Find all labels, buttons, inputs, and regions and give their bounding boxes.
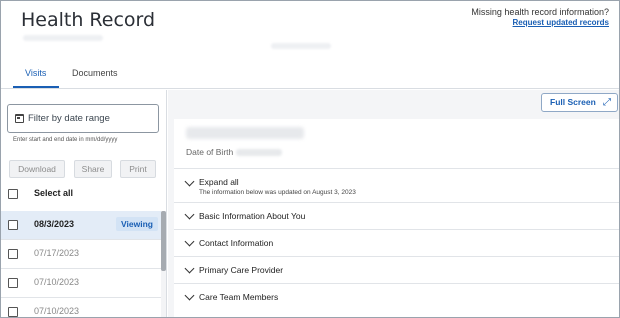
redacted-subtitle: [23, 35, 103, 41]
visit-row[interactable]: 07/17/2023: [1, 240, 161, 269]
filter-help-text: Enter start and end date in mm/dd/yyyy: [13, 137, 118, 143]
calendar-icon: [15, 114, 24, 123]
select-all-label: Select all: [34, 188, 74, 198]
section-basic-information[interactable]: Basic Information About You: [174, 202, 619, 229]
section-contact-information[interactable]: Contact Information: [174, 229, 619, 256]
section-primary-care-provider[interactable]: Primary Care Provider: [174, 256, 619, 283]
visit-checkbox[interactable]: [8, 307, 18, 317]
visit-date: 08/3/2023: [34, 219, 75, 229]
section-label: Contact Information: [199, 238, 274, 248]
chevron-down-icon: [184, 290, 195, 301]
tab-visits[interactable]: Visits: [25, 68, 46, 78]
redacted-date-of-birth: [236, 149, 282, 156]
chevron-down-icon: [184, 263, 195, 274]
visit-checkbox[interactable]: [8, 220, 18, 230]
redacted-patient-name: [186, 127, 304, 139]
section-label: Care Team Members: [199, 292, 279, 302]
date-range-filter-input[interactable]: Filter by date range: [7, 104, 159, 133]
chevron-down-icon: [184, 236, 195, 247]
visits-panel: Filter by date range Enter start and end…: [1, 90, 167, 317]
missing-info-text: Missing health record information?: [471, 7, 609, 17]
record-viewer: Full Screen ⤢ Date of Birth Expand all T…: [168, 90, 619, 317]
visit-list: 08/3/2023 Viewing 07/17/2023 07/10/2023 …: [1, 211, 161, 317]
print-button[interactable]: Print: [120, 160, 156, 178]
filter-placeholder: Filter by date range: [28, 113, 110, 124]
chevron-down-icon: [184, 209, 195, 220]
full-screen-button[interactable]: Full Screen ⤢: [541, 93, 618, 112]
expand-arrows-icon: ⤢: [603, 97, 611, 108]
redacted-text: [271, 43, 331, 49]
section-care-team-members[interactable]: Care Team Members: [174, 283, 619, 317]
full-screen-label: Full Screen: [550, 97, 596, 107]
visit-row[interactable]: 07/10/2023: [1, 269, 161, 298]
tab-documents[interactable]: Documents: [72, 68, 118, 78]
visit-row[interactable]: 08/3/2023 Viewing: [1, 211, 161, 240]
visit-list-scrollbar[interactable]: [161, 211, 166, 317]
date-of-birth-label: Date of Birth: [186, 147, 234, 157]
tab-bar: Visits Documents: [1, 63, 619, 89]
visit-checkbox[interactable]: [8, 278, 18, 288]
visit-date: 07/17/2023: [34, 248, 80, 258]
scrollbar-thumb[interactable]: [161, 211, 166, 271]
page-title: Health Record: [21, 9, 156, 31]
active-tab-indicator: [13, 86, 59, 88]
health-record-window: Health Record Missing health record info…: [0, 0, 620, 318]
viewing-badge: Viewing: [116, 217, 158, 231]
section-label: Basic Information About You: [199, 211, 306, 221]
record-document: Date of Birth Expand all The information…: [174, 119, 619, 317]
visit-date: 07/10/2023: [34, 277, 80, 287]
chevron-down-icon: [184, 176, 195, 187]
visit-checkbox[interactable]: [8, 249, 18, 259]
visit-row[interactable]: 07/10/2023: [1, 298, 161, 317]
share-button[interactable]: Share: [74, 160, 112, 178]
request-updated-records-link[interactable]: Request updated records: [513, 18, 609, 27]
expand-all-section[interactable]: Expand all The information below was upd…: [174, 168, 619, 202]
visit-date: 07/10/2023: [34, 306, 80, 316]
select-all-checkbox[interactable]: [8, 189, 18, 199]
section-label: Expand all: [199, 177, 239, 187]
download-button[interactable]: Download: [9, 160, 65, 178]
section-label: Primary Care Provider: [199, 265, 284, 275]
updated-note: The information below was updated on Aug…: [199, 189, 356, 196]
